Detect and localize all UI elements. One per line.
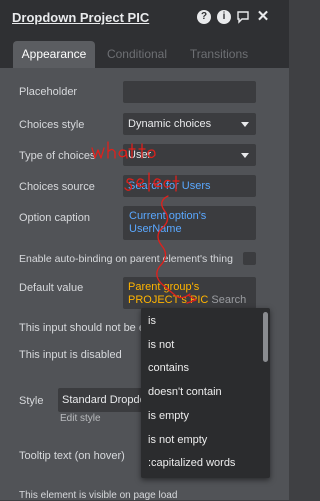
visible-on-load-label: This element is visible on page load (19, 490, 178, 501)
choices-style-label: Choices style (19, 119, 85, 131)
placeholder-label: Placeholder (19, 86, 78, 98)
type-of-choices-select[interactable]: User (123, 144, 256, 166)
style-select[interactable]: Standard Dropdow (58, 388, 144, 412)
menu-scrollbar[interactable] (263, 312, 268, 362)
option-caption-input[interactable]: Current option's UserName (123, 206, 256, 240)
type-of-choices-value: User (128, 149, 152, 161)
auto-binding-checkbox[interactable] (243, 252, 256, 265)
edit-style-link[interactable]: Edit style (60, 413, 101, 424)
input-not-empty-label: This input should not be em (19, 322, 155, 334)
info-icon[interactable]: i (217, 10, 231, 24)
default-value-expression: Parent group's PROJECT's PIC (128, 281, 209, 306)
choices-style-select[interactable]: Dynamic choices (123, 113, 256, 135)
menu-item-contains[interactable]: contains (148, 362, 189, 374)
tab-appearance[interactable]: Appearance (13, 41, 95, 68)
choices-source-input[interactable]: Search for Users (123, 175, 256, 197)
menu-item-is-empty[interactable]: is empty (148, 410, 189, 422)
tab-conditional[interactable]: Conditional (100, 41, 174, 68)
help-icon[interactable]: ? (197, 10, 211, 24)
style-label: Style (19, 395, 44, 407)
choices-source-label: Choices source (19, 181, 95, 193)
menu-item-doesnt-contain[interactable]: doesn't contain (148, 386, 222, 398)
close-icon[interactable]: ✕ (256, 9, 270, 24)
tooltip-label: Tooltip text (on hover) (19, 450, 125, 462)
menu-item-is-not[interactable]: is not (148, 339, 174, 351)
comment-icon[interactable] (236, 10, 250, 24)
tab-transitions[interactable]: Transitions (184, 41, 254, 68)
auto-binding-label: Enable auto-binding on parent element's … (19, 253, 233, 265)
input-disabled-label: This input is disabled (19, 349, 122, 361)
chevron-down-icon (241, 122, 249, 127)
default-value-label: Default value (19, 282, 84, 294)
default-value-search[interactable]: Search (211, 294, 246, 306)
default-value-input[interactable]: Parent group's PROJECT's PIC Search (123, 277, 256, 309)
option-caption-label: Option caption (19, 212, 90, 224)
type-of-choices-label: Type of choices (19, 150, 96, 162)
placeholder-input[interactable] (123, 81, 256, 103)
menu-item-is[interactable]: is (148, 315, 156, 327)
menu-item-is-not-empty[interactable]: is not empty (148, 434, 207, 446)
chevron-down-icon (241, 153, 249, 158)
menu-item-capitalized-words[interactable]: :capitalized words (148, 457, 235, 469)
page-title: Dropdown Project PIC (12, 10, 150, 25)
choices-style-value: Dynamic choices (128, 118, 212, 130)
